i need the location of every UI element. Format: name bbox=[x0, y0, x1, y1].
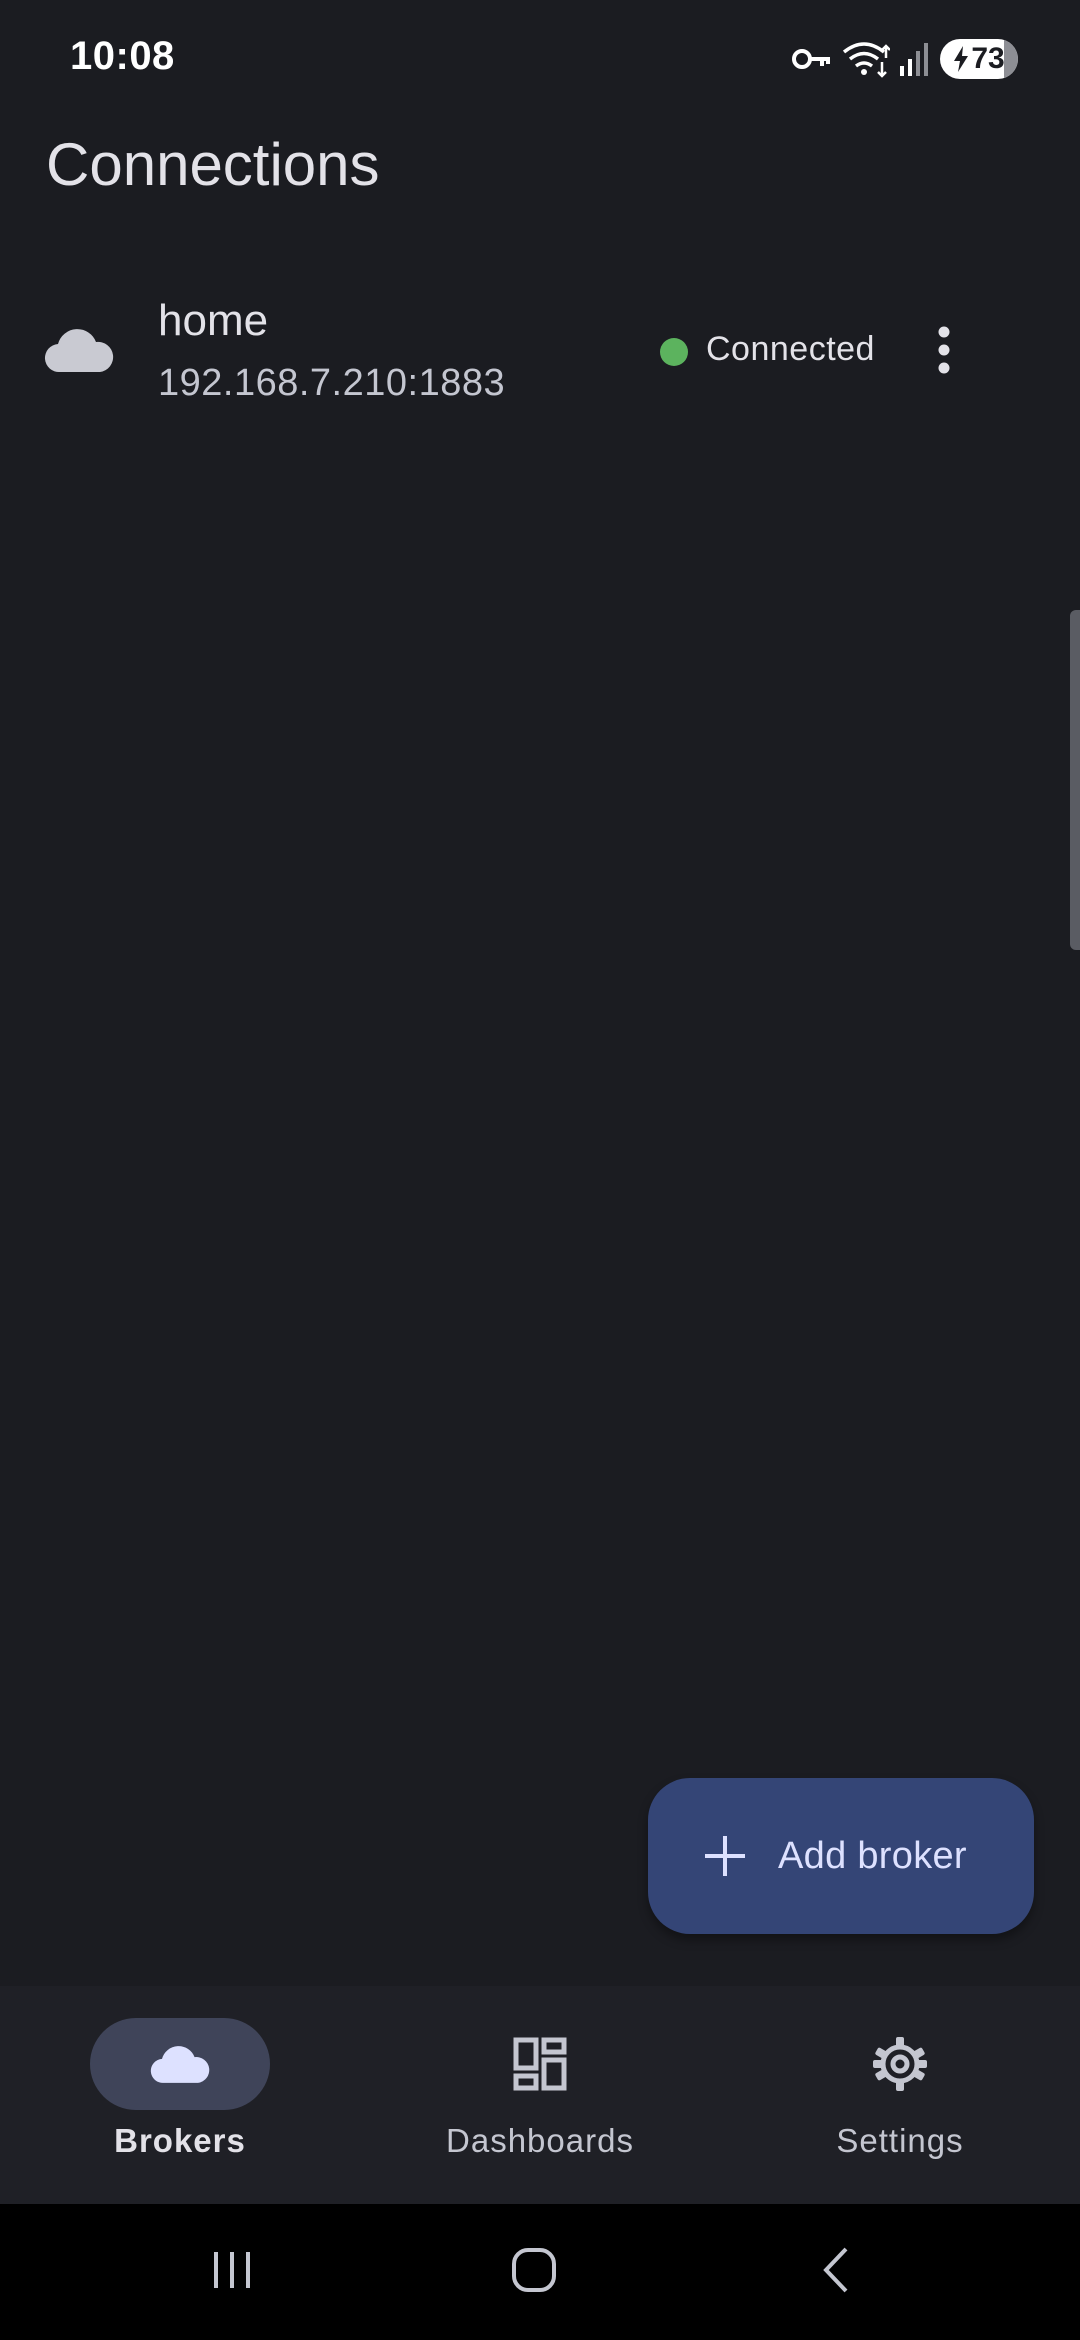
gear-icon bbox=[870, 2034, 930, 2094]
broker-list-item[interactable]: home 192.168.7.210:1883 Connected bbox=[0, 280, 1080, 424]
recent-apps-icon bbox=[208, 2246, 256, 2299]
status-indicator-dot bbox=[660, 338, 688, 366]
nav-label-dashboards: Dashboards bbox=[446, 2122, 634, 2159]
home-button[interactable] bbox=[494, 2232, 574, 2312]
signal-icon bbox=[900, 42, 930, 76]
recent-apps-button[interactable] bbox=[192, 2232, 272, 2312]
vpn-key-icon bbox=[792, 47, 832, 71]
plus-icon bbox=[702, 1833, 748, 1879]
battery-level: 73 bbox=[971, 42, 1005, 75]
more-vert-icon bbox=[936, 325, 952, 380]
cloud-icon bbox=[150, 2034, 210, 2094]
add-broker-label: Add broker bbox=[778, 1834, 967, 1877]
home-icon bbox=[509, 2245, 559, 2300]
add-broker-button[interactable]: Add broker bbox=[648, 1778, 1034, 1934]
status-time: 10:08 bbox=[70, 34, 175, 78]
back-button[interactable] bbox=[796, 2232, 876, 2312]
scrollbar-thumb[interactable] bbox=[1070, 610, 1080, 950]
status-icons: 73 bbox=[792, 36, 1018, 82]
battery-charging-icon: 73 bbox=[940, 39, 1018, 79]
nav-item-settings[interactable]: Settings bbox=[720, 1986, 1080, 2204]
wifi-icon bbox=[842, 40, 890, 78]
page-title: Connections bbox=[46, 131, 380, 198]
broker-address: 192.168.7.210:1883 bbox=[158, 362, 506, 404]
nav-label-settings: Settings bbox=[836, 2122, 964, 2159]
bottom-navigation: Brokers Dashboards Settings bbox=[0, 1986, 1080, 2204]
nav-item-brokers[interactable]: Brokers bbox=[0, 1986, 360, 2204]
nav-item-dashboards[interactable]: Dashboards bbox=[360, 1986, 720, 2204]
broker-name: home bbox=[158, 296, 269, 345]
dashboard-icon bbox=[510, 2034, 570, 2094]
nav-label-brokers: Brokers bbox=[114, 2122, 246, 2159]
back-icon bbox=[814, 2245, 858, 2300]
more-options-button[interactable] bbox=[914, 316, 974, 388]
cloud-icon bbox=[44, 324, 114, 379]
connection-status: Connected bbox=[706, 330, 875, 368]
status-bar: 10:08 73 bbox=[0, 0, 1080, 120]
system-navigation-bar bbox=[0, 2204, 1080, 2340]
